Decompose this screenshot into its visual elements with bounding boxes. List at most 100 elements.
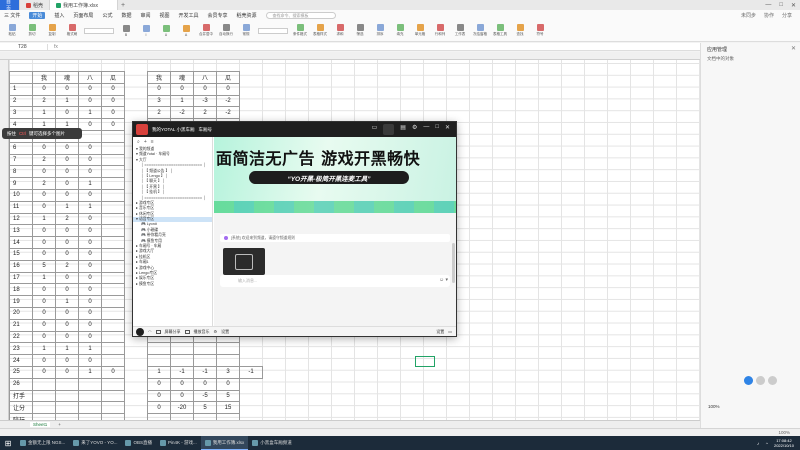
table-cell[interactable]: -5 [193, 389, 217, 403]
channel-menu-icon[interactable]: ≡ [151, 139, 154, 145]
table-cell[interactable]: 0 [147, 377, 171, 391]
home-icon[interactable] [383, 124, 395, 135]
table-cell[interactable] [101, 259, 125, 273]
table-cell[interactable] [216, 342, 240, 356]
menu-item-0[interactable]: 三 文件 [4, 12, 20, 19]
ribbon-dropdown[interactable] [84, 27, 114, 34]
table-cell[interactable] [32, 401, 56, 415]
table-cell[interactable]: 2 [32, 94, 56, 108]
table-cell[interactable]: 0 [32, 295, 56, 308]
footer-window-icon[interactable]: ▭ [448, 329, 452, 334]
table-cell[interactable]: 0 [193, 82, 217, 96]
ribbon-button-8[interactable]: 合并居中 [198, 23, 214, 39]
table-cell[interactable]: 打手 [9, 389, 33, 403]
table-cell[interactable]: 让分 [9, 401, 33, 415]
table-cell[interactable]: 1 [170, 94, 194, 108]
menu-item-7[interactable]: 视图 [159, 12, 169, 19]
share-icon[interactable] [756, 376, 765, 385]
table-cell[interactable]: 2 [193, 106, 217, 120]
table-cell[interactable]: 0 [55, 306, 79, 320]
screen-icon[interactable]: ▭ [372, 124, 378, 135]
table-cell[interactable]: 0 [78, 118, 102, 131]
chat-close-icon[interactable]: ✕ [445, 124, 450, 135]
table-cell[interactable] [170, 354, 194, 367]
table-cell[interactable]: 1 [32, 271, 56, 285]
table-cell[interactable]: 0 [32, 283, 56, 297]
table-cell[interactable] [124, 83, 148, 96]
minimize-icon[interactable]: — [765, 2, 771, 8]
taskbar-app-1[interactable]: 来了YOVO - YO... [69, 436, 121, 450]
command-search-input[interactable]: 查找命令、搜索模板 [265, 11, 336, 19]
table-cell[interactable] [78, 389, 102, 403]
table-cell[interactable]: -1 [193, 365, 217, 379]
table-cell[interactable]: 1 [55, 342, 79, 356]
table-cell[interactable]: 0 [101, 94, 125, 108]
sheet-tab-sheet1[interactable]: Sheet1 [30, 422, 51, 427]
table-cell[interactable] [101, 342, 125, 356]
table-cell[interactable] [124, 342, 148, 355]
table-cell[interactable]: 0 [78, 247, 102, 261]
table-cell[interactable]: 15 [216, 401, 240, 415]
table-cell[interactable] [147, 342, 171, 356]
table-cell[interactable]: 0 [55, 141, 79, 155]
table-cell[interactable]: 12 [9, 212, 33, 226]
table-cell[interactable] [101, 354, 125, 367]
table-cell[interactable]: 1 [147, 365, 171, 379]
table-cell[interactable]: 8 [9, 165, 33, 179]
table-cell[interactable]: 0 [78, 271, 102, 285]
menu-item-8[interactable]: 开发工具 [179, 12, 199, 19]
table-cell[interactable] [101, 200, 125, 214]
gear-icon[interactable]: ⚙ [214, 329, 218, 334]
table-cell[interactable]: 19 [9, 295, 33, 308]
table-cell[interactable]: 1 [78, 106, 102, 120]
table-cell[interactable] [78, 401, 102, 415]
table-cell[interactable]: 0 [78, 212, 102, 226]
chat-maximize-icon[interactable]: □ [435, 124, 439, 135]
table-cell[interactable] [32, 377, 56, 391]
ribbon-button-10[interactable]: 常规 [238, 23, 254, 39]
name-box[interactable]: T28 [0, 43, 48, 50]
table-cell[interactable]: -2 [216, 94, 240, 108]
table-cell[interactable]: 瓜 [101, 71, 125, 84]
ribbon-button-23[interactable]: 符号 [532, 23, 548, 39]
table-cell[interactable]: 我 [147, 71, 171, 84]
table-cell[interactable]: 八 [193, 71, 217, 84]
table-cell[interactable]: 11 [9, 200, 33, 214]
table-cell[interactable]: 0 [55, 177, 79, 190]
ribbon-button-12[interactable]: 表格样式 [312, 23, 328, 39]
table-cell[interactable] [147, 354, 171, 367]
table-cell[interactable]: 0 [32, 236, 56, 249]
table-cell[interactable]: 0 [78, 224, 102, 238]
send-icon[interactable]: ☺ ▾ [439, 277, 448, 283]
table-cell[interactable]: 1 [32, 106, 56, 120]
table-cell[interactable] [101, 165, 125, 179]
table-cell[interactable]: 2 [55, 212, 79, 226]
ribbon-button-20[interactable]: 冻结窗格 [472, 23, 488, 39]
ribbon-button-21[interactable]: 表格工具 [492, 23, 508, 39]
add-channel-icon[interactable]: + [144, 139, 147, 145]
table-cell[interactable]: 0 [32, 318, 56, 332]
table-cell[interactable]: 0 [32, 306, 56, 320]
table-cell[interactable] [124, 366, 148, 379]
chat-minimize-icon[interactable]: — [423, 124, 429, 135]
channel-list-item[interactable]: ▸ 摸鱼专区 [133, 282, 212, 287]
ribbon-button-16[interactable]: 填充 [392, 23, 408, 39]
table-cell[interactable]: 13 [9, 224, 33, 238]
table-cell[interactable] [101, 306, 125, 320]
table-cell[interactable]: 0 [55, 224, 79, 238]
table-cell[interactable]: 17 [9, 271, 33, 285]
ribbon-button-1[interactable]: 剪切 [24, 23, 40, 39]
table-cell[interactable]: 2 [32, 177, 56, 190]
ribbon-dropdown[interactable] [258, 27, 288, 34]
table-cell[interactable] [193, 342, 217, 356]
table-cell[interactable]: 0 [193, 377, 217, 391]
table-cell[interactable]: 5 [216, 389, 240, 403]
column-header[interactable] [0, 52, 700, 60]
table-cell[interactable]: 0 [78, 354, 102, 367]
menu-item-4[interactable]: 公式 [102, 12, 112, 19]
table-cell[interactable] [55, 377, 79, 391]
table-cell[interactable]: 0 [78, 330, 102, 344]
table-cell[interactable]: 我 [32, 71, 56, 84]
table-cell[interactable]: 16 [9, 259, 33, 273]
table-cell[interactable]: 0 [78, 165, 102, 179]
